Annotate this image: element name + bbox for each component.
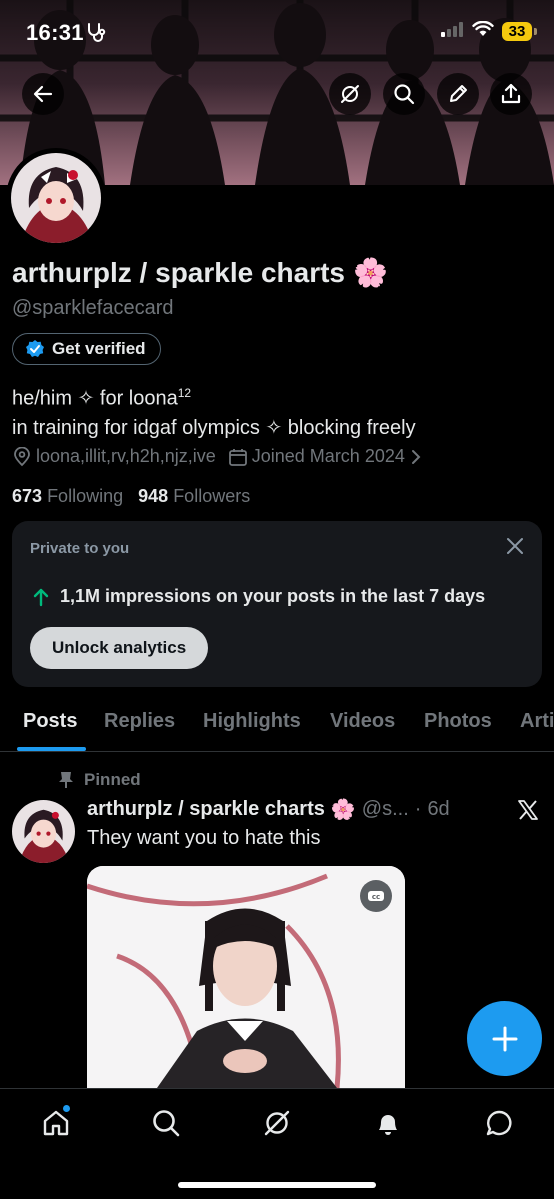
post-time: 6d [427,798,450,820]
wifi-icon [472,20,494,42]
flower-emoji: 🌸 [353,257,388,288]
get-verified-button[interactable]: Get verified [12,333,161,365]
close-icon [507,538,523,554]
location-icon [14,446,30,466]
back-button[interactable] [22,73,64,115]
location: loona,illit,rv,h2h,njz,ive [12,446,216,467]
flower-emoji: 🌸 [330,799,356,821]
status-bar: 16:31 33 [0,0,554,64]
profile-tabs: Posts Replies Highlights Videos Photos A… [0,700,554,752]
post-author-avatar[interactable] [12,800,75,863]
profile-handle: @sparklefacecard [12,297,174,319]
following-label: Following [47,486,124,506]
bottom-navigation [0,1088,554,1199]
tab-highlights[interactable]: Highlights [203,710,301,733]
followers-label: Followers [173,486,251,506]
impressions-row: 1,1M impressions on your posts in the la… [32,586,485,607]
verified-badge-icon [26,340,44,357]
grok-icon [264,1110,290,1136]
bell-icon [379,1115,397,1135]
post-text: They want you to hate this [87,827,321,849]
bio-superscript: 12 [177,386,192,400]
x-logo-icon [516,798,540,827]
compose-post-button[interactable] [467,1001,542,1076]
location-text: loona,illit,rv,h2h,njz,ive [36,446,216,466]
joined-date[interactable]: Joined March 2024 [228,446,423,467]
calendar-icon [228,448,247,466]
tab-posts[interactable]: Posts [23,710,77,733]
messages-icon [486,1110,512,1136]
impressions-text: 1,1M impressions on your posts in the la… [60,586,486,606]
share-button[interactable] [490,73,532,115]
home-indicator[interactable] [178,1182,376,1188]
pinned-text: Pinned [84,770,141,789]
get-verified-label: Get verified [52,339,146,358]
post-media-video[interactable]: cc [87,866,405,1088]
close-card-button[interactable] [506,537,524,560]
bio-line-2: in training for idgaf olympics ✧ blockin… [12,416,416,439]
private-analytics-card: Private to you 1,1M impressions on your … [12,521,542,687]
search-button[interactable] [383,73,425,115]
profile-name: arthurplz / sparkle charts 🌸 [12,256,388,289]
signal-icon [440,21,464,42]
search-icon [394,84,415,105]
grok-button[interactable] [329,73,371,115]
cc-button[interactable]: cc [360,880,392,912]
active-tab-indicator [17,747,86,751]
profile-avatar[interactable] [6,148,106,248]
profile-bio: he/him ✧ for loona12 in training for idg… [12,379,416,443]
nav-grok[interactable] [259,1105,295,1141]
cc-icon: cc [368,891,384,901]
arrow-up-icon [33,588,49,606]
tab-photos[interactable]: Photos [424,710,492,733]
pinned-label: Pinned [58,770,141,790]
edit-icon [450,85,467,102]
battery-indicator: 33 [502,22,537,41]
nav-messages[interactable] [481,1105,517,1141]
profile-meta: loona,illit,rv,h2h,njz,ive Joined March … [12,446,423,467]
post-author-name[interactable]: arthurplz / sparkle charts [87,798,325,821]
grok-icon [341,85,359,103]
post-author-handle[interactable]: @s... [362,798,409,821]
tab-videos[interactable]: Videos [330,710,395,733]
status-time: 16:31 [26,20,84,45]
edit-button[interactable] [437,73,479,115]
followers-count: 948 [138,486,169,506]
status-indicators: 33 [440,20,537,42]
following-count: 673 [12,486,43,506]
profile-name-text: arthurplz / sparkle charts [12,256,346,288]
nav-notifications[interactable] [370,1105,406,1141]
search-icon [153,1110,180,1137]
following-link[interactable]: 673 Following [12,486,123,506]
separator-dot: · [414,798,422,820]
tab-replies[interactable]: Replies [104,710,175,733]
followers-link[interactable]: 948 Followers [138,486,250,506]
bio-line-1: he/him ✧ for loona [12,387,178,410]
tab-articles[interactable]: Articles [520,710,554,733]
back-arrow-icon [33,85,53,103]
private-card-title: Private to you [30,540,130,557]
stethoscope-icon [86,22,108,47]
post-header: arthurplz / sparkle charts 🌸 @s... · 6d [87,797,450,822]
chevron-right-icon [411,449,421,464]
follow-counts: 673 Following 948 Followers [12,486,250,507]
notification-dot [63,1105,70,1112]
pin-icon [59,772,73,788]
svg-text:cc: cc [372,893,380,901]
home-icon [43,1110,69,1136]
nav-search[interactable] [148,1105,184,1141]
plus-icon [492,1026,517,1051]
joined-text: Joined March 2024 [251,446,405,466]
unlock-analytics-button[interactable]: Unlock analytics [30,627,209,669]
share-icon [501,83,521,104]
